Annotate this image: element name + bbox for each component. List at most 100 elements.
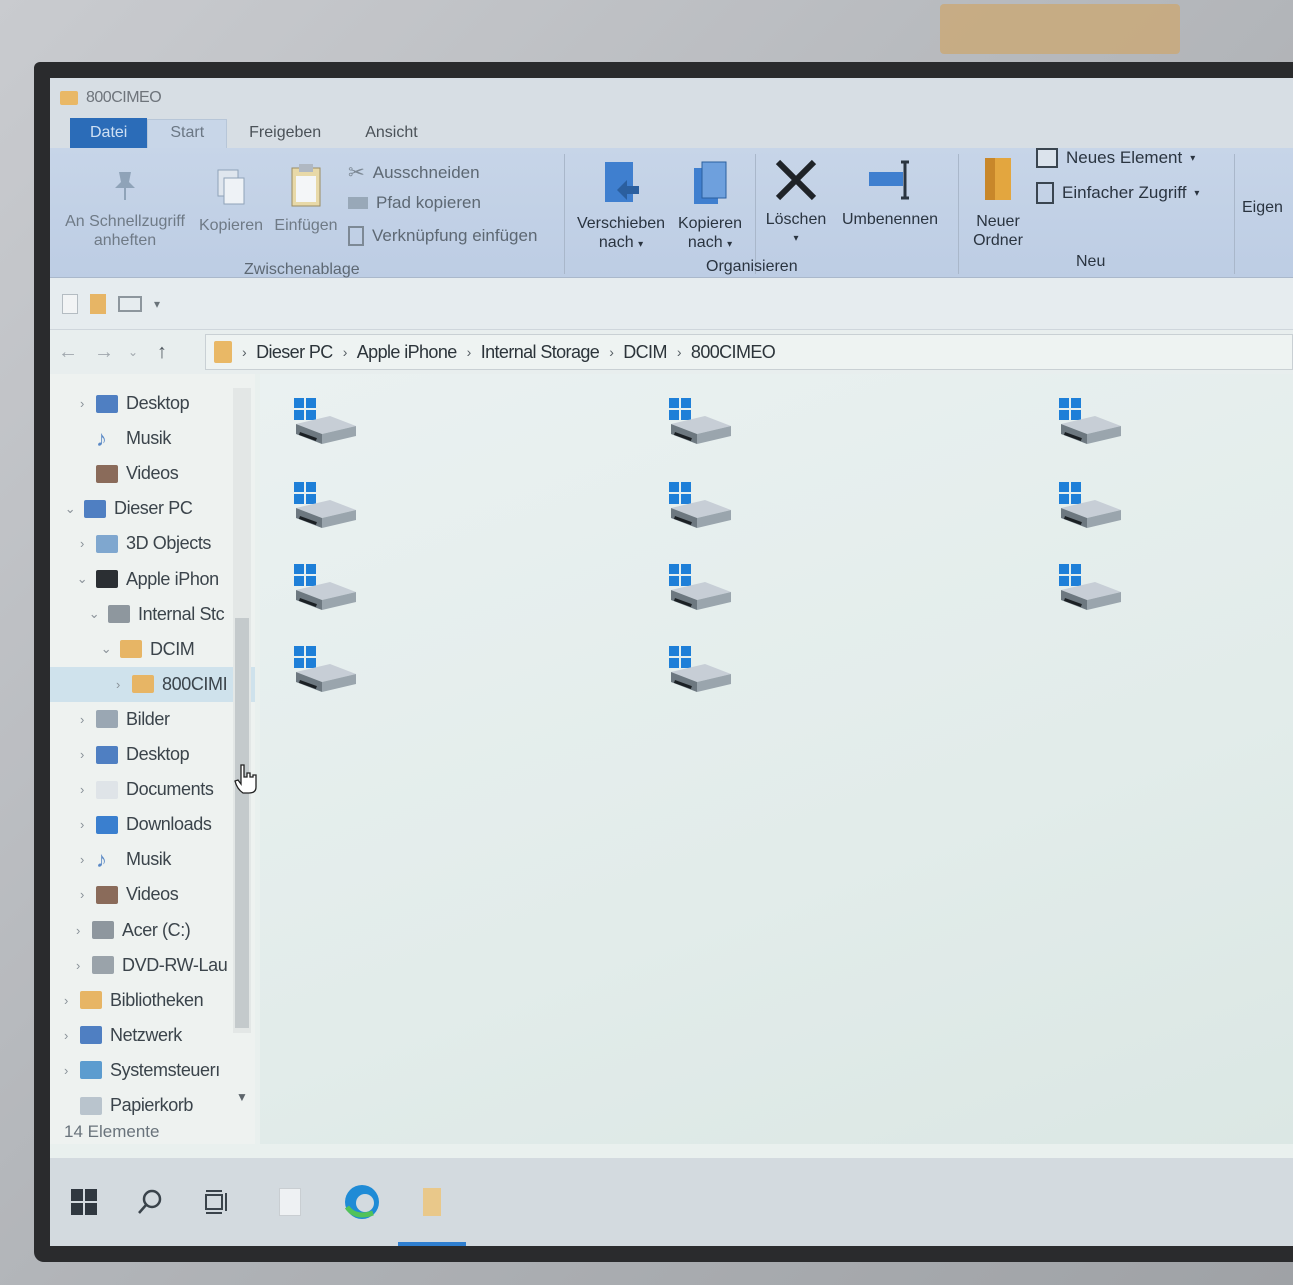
pin-quick-access-button[interactable]: An Schnellzugriff anheften xyxy=(60,168,190,250)
windows-drive-icon[interactable] xyxy=(290,560,360,620)
nav-tree-item[interactable]: › 3D Objects xyxy=(50,526,255,561)
music-icon: ♪ xyxy=(96,846,107,872)
nav-tree-item[interactable]: ⌄ Apple iPhon xyxy=(50,562,255,597)
chevron-down-icon[interactable]: ⌄ xyxy=(74,571,90,587)
taskbar-file-explorer[interactable] xyxy=(398,1158,466,1246)
paste-shortcut-button[interactable]: Verknüpfung einfügen xyxy=(348,226,537,246)
tab-datei[interactable]: Datei xyxy=(70,118,148,148)
breadcrumb-separator-icon: › xyxy=(676,344,682,360)
chevron-right-icon[interactable]: › xyxy=(58,1063,74,1078)
easy-access-button[interactable]: Einfacher Zugriff ▾ xyxy=(1036,182,1199,204)
start-button[interactable] xyxy=(50,1158,118,1246)
nav-tree-item[interactable]: ⌄ Internal Stc xyxy=(50,597,255,632)
customize-dropdown-icon[interactable]: ▾ xyxy=(154,297,160,311)
chevron-down-icon[interactable]: ⌄ xyxy=(62,501,78,517)
nav-tree-item[interactable]: › Desktop xyxy=(50,737,255,772)
forward-arrow-icon[interactable]: → xyxy=(86,341,122,364)
chevron-down-icon[interactable]: ⌄ xyxy=(86,606,102,622)
nav-tree-item[interactable]: › Bilder xyxy=(50,702,255,737)
chevron-right-icon[interactable]: › xyxy=(74,782,90,797)
up-arrow-icon[interactable]: ↑ xyxy=(144,341,180,364)
windows-drive-icon[interactable] xyxy=(290,642,360,702)
nav-tree-item[interactable]: › Downloads xyxy=(50,807,255,842)
tab-start[interactable]: Start xyxy=(147,119,228,148)
back-arrow-icon[interactable]: ← xyxy=(50,341,86,364)
nav-tree-item[interactable]: › Netzwerk xyxy=(50,1018,255,1053)
new-folder-qat-icon[interactable] xyxy=(90,293,106,314)
nav-tree-item[interactable]: ⌄ Dieser PC xyxy=(50,491,255,526)
chevron-right-icon[interactable]: › xyxy=(70,923,86,938)
view-pane-icon[interactable] xyxy=(118,295,142,312)
properties-button[interactable]: Eigen xyxy=(1242,198,1293,217)
chevron-right-icon[interactable]: › xyxy=(74,536,90,551)
recent-dropdown-icon[interactable]: ⌄ xyxy=(122,345,144,359)
windows-drive-icon[interactable] xyxy=(665,642,735,702)
taskbar-edge[interactable] xyxy=(328,1158,396,1246)
copy-path-button[interactable]: Pfad kopieren xyxy=(348,193,481,213)
nav-tree-item[interactable]: › 800CIMI xyxy=(50,666,255,702)
nav-tree-item[interactable]: › Desktop xyxy=(50,386,255,421)
chevron-right-icon[interactable]: › xyxy=(70,958,86,973)
active-app-indicator xyxy=(398,1242,466,1246)
chevron-down-icon[interactable]: ⌄ xyxy=(98,641,114,657)
dropdown-arrow-icon: ▾ xyxy=(1194,187,1200,199)
windows-drive-icon[interactable] xyxy=(665,478,735,538)
control-panel-icon xyxy=(80,1061,102,1080)
paste-button[interactable]: Einfügen xyxy=(270,162,342,235)
chevron-right-icon[interactable]: › xyxy=(58,1028,74,1043)
copy-to-button[interactable]: Kopieren nach ▾ xyxy=(670,160,750,254)
windows-drive-icon[interactable] xyxy=(665,394,735,454)
windows-drive-icon[interactable] xyxy=(1055,560,1125,620)
nav-tree-item[interactable]: › Documents xyxy=(50,772,255,807)
documents-icon xyxy=(96,780,118,799)
nav-tree-item[interactable]: ♪ Musik xyxy=(50,421,255,456)
properties-check-icon[interactable] xyxy=(62,293,78,314)
chevron-right-icon[interactable]: › xyxy=(74,852,90,867)
nav-tree-item[interactable]: › Acer (C:) xyxy=(50,913,255,948)
nav-scrollbar-thumb[interactable] xyxy=(235,618,249,1028)
nav-tree-item[interactable]: › Videos xyxy=(50,877,255,912)
cut-button[interactable]: ✂ Ausschneiden xyxy=(348,160,480,185)
breadcrumb-dieser-pc[interactable]: Dieser PC xyxy=(256,342,333,363)
desktop-icon xyxy=(96,745,118,764)
nav-tree-item[interactable]: ⌄ DCIM xyxy=(50,632,255,667)
taskbar-file-app[interactable] xyxy=(256,1158,324,1246)
chevron-right-icon[interactable]: › xyxy=(74,817,90,832)
scroll-down-arrow-icon[interactable]: ▼ xyxy=(236,1090,248,1104)
nav-tree-item[interactable]: › Systemsteuerı xyxy=(50,1053,255,1088)
rename-button[interactable]: Umbenennen xyxy=(834,158,946,229)
windows-drive-icon[interactable] xyxy=(290,478,360,538)
breadcrumb-internal-storage[interactable]: Internal Storage xyxy=(481,342,600,363)
address-bar[interactable]: › Dieser PC › Apple iPhone › Internal St… xyxy=(205,334,1293,370)
windows-drive-icon[interactable] xyxy=(665,560,735,620)
chevron-right-icon[interactable]: › xyxy=(110,677,126,692)
tab-ansicht[interactable]: Ansicht xyxy=(343,120,439,148)
chevron-right-icon[interactable]: › xyxy=(58,993,74,1008)
search-button[interactable] xyxy=(116,1158,184,1246)
nav-tree-item[interactable]: › ♪ Musik xyxy=(50,842,255,877)
chevron-right-icon[interactable]: › xyxy=(74,887,90,902)
nav-tree-item[interactable]: Papierkorb xyxy=(50,1088,255,1123)
breadcrumb-800cimeo[interactable]: 800CIMEO xyxy=(691,342,776,363)
chevron-right-icon[interactable]: › xyxy=(74,396,90,411)
nav-tree-item[interactable]: Videos xyxy=(50,456,255,491)
new-group-label: Neu xyxy=(1076,253,1106,270)
delete-button[interactable]: Löschen ▾ xyxy=(758,158,834,248)
copy-button[interactable]: Kopieren xyxy=(196,168,266,235)
move-to-button[interactable]: Verschieben nach ▾ xyxy=(572,160,670,254)
windows-drive-icon[interactable] xyxy=(290,394,360,454)
chevron-right-icon[interactable]: › xyxy=(74,712,90,727)
new-folder-button[interactable]: Neuer Ordner xyxy=(962,154,1034,250)
breadcrumb-apple-iphone[interactable]: Apple iPhone xyxy=(357,342,457,363)
task-view-button[interactable] xyxy=(184,1158,252,1246)
chevron-right-icon[interactable]: › xyxy=(74,747,90,762)
new-item-icon xyxy=(1036,148,1058,168)
nav-tree-label: 3D Objects xyxy=(126,533,212,554)
nav-tree-item[interactable]: › DVD-RW-Lau xyxy=(50,948,255,983)
windows-drive-icon[interactable] xyxy=(1055,394,1125,454)
windows-drive-icon[interactable] xyxy=(1055,478,1125,538)
new-item-button[interactable]: Neues Element ▾ xyxy=(1036,148,1195,168)
breadcrumb-dcim[interactable]: DCIM xyxy=(623,342,667,363)
tab-freigeben[interactable]: Freigeben xyxy=(227,120,343,148)
nav-tree-item[interactable]: › Bibliotheken xyxy=(50,983,255,1018)
